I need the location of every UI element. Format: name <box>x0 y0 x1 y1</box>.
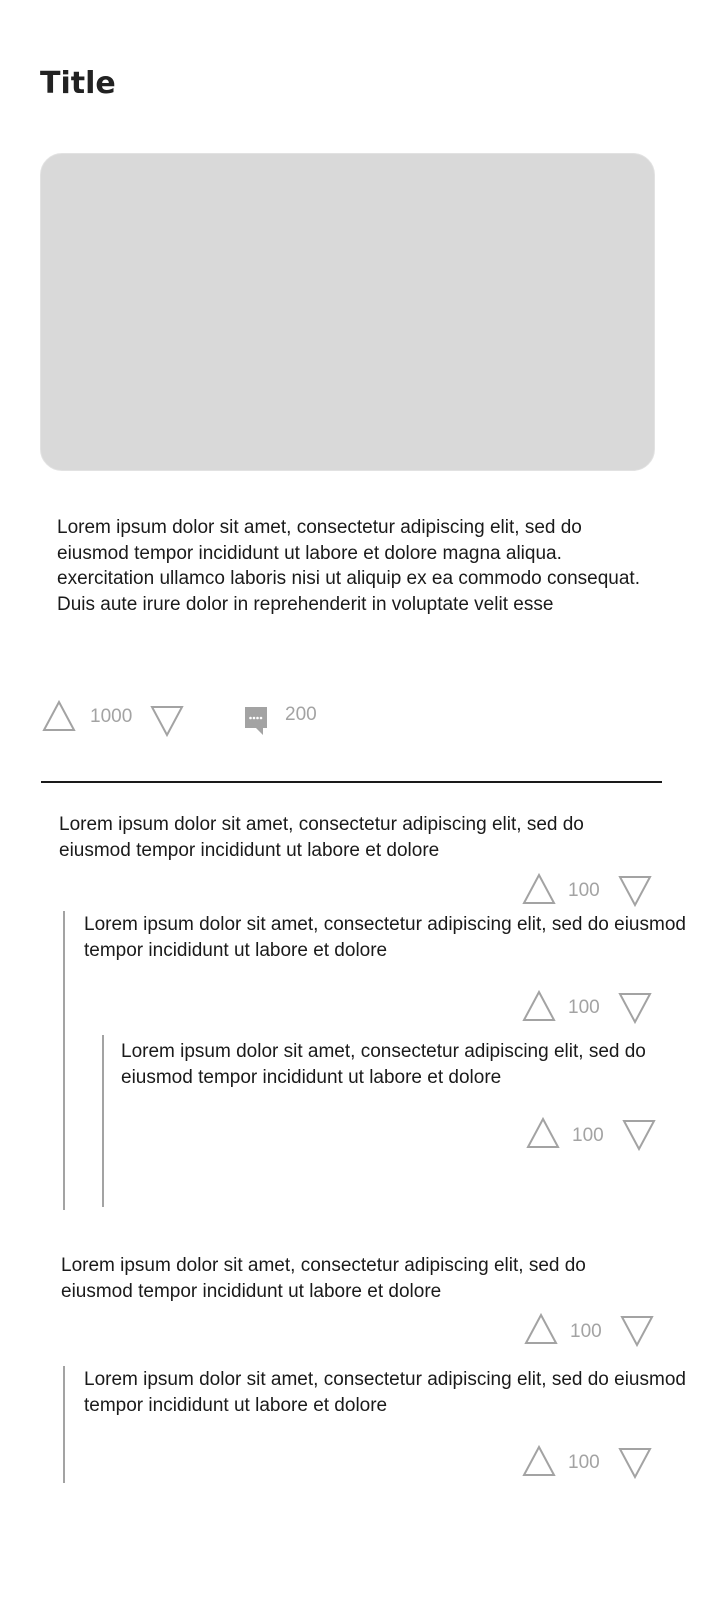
post-comment-count: 200 <box>285 704 317 725</box>
reply-vote-count: 100 <box>568 997 600 1018</box>
downvote-icon <box>618 1448 652 1479</box>
thread-line-nested <box>102 1035 104 1207</box>
page-title: Title <box>40 66 116 101</box>
post-image[interactable] <box>40 153 655 471</box>
section-divider <box>41 781 662 783</box>
upvote-icon <box>526 1117 560 1148</box>
upvote-icon <box>522 990 556 1021</box>
thread-line <box>63 1366 65 1483</box>
downvote-icon <box>622 1120 656 1151</box>
nested-reply-vote-count: 100 <box>572 1125 604 1146</box>
nested-reply-downvote-button[interactable] <box>622 1119 656 1151</box>
reply-text: Lorem ipsum dolor sit amet, consectetur … <box>84 914 686 961</box>
reply-vote-count: 100 <box>568 1452 600 1473</box>
downvote-icon <box>620 1316 654 1347</box>
reply-downvote-button[interactable] <box>618 1447 652 1479</box>
downvote-icon <box>150 706 184 737</box>
reply-upvote-button[interactable] <box>522 1445 556 1477</box>
post-body-text: Lorem ipsum dolor sit amet, consectetur … <box>57 517 640 615</box>
upvote-icon <box>522 873 556 904</box>
nested-reply-text: Lorem ipsum dolor sit amet, consectetur … <box>121 1041 646 1088</box>
upvote-icon <box>42 700 76 731</box>
thread-line <box>63 911 65 1210</box>
post-vote-count: 1000 <box>90 706 133 727</box>
reply-upvote-button[interactable] <box>522 990 556 1022</box>
comment-downvote-button[interactable] <box>618 875 652 907</box>
comment-upvote-button[interactable] <box>524 1313 558 1345</box>
comment-vote-count: 100 <box>568 880 600 901</box>
comment-upvote-button[interactable] <box>522 873 556 905</box>
comment-vote-count: 100 <box>570 1321 602 1342</box>
downvote-icon <box>618 876 652 907</box>
post-comments-button[interactable] <box>243 705 269 737</box>
nested-reply-upvote-button[interactable] <box>526 1117 560 1149</box>
comment-downvote-button[interactable] <box>620 1315 654 1347</box>
downvote-icon <box>618 993 652 1024</box>
reply-text: Lorem ipsum dolor sit amet, consectetur … <box>84 1369 686 1416</box>
comment-bubble-icon <box>245 707 267 735</box>
reply-downvote-button[interactable] <box>618 992 652 1024</box>
comment-text: Lorem ipsum dolor sit amet, consectetur … <box>59 814 584 861</box>
post-upvote-button[interactable] <box>42 700 76 732</box>
comment-text: Lorem ipsum dolor sit amet, consectetur … <box>61 1255 586 1302</box>
upvote-icon <box>522 1445 556 1476</box>
post-downvote-button[interactable] <box>150 705 184 737</box>
upvote-icon <box>524 1313 558 1344</box>
